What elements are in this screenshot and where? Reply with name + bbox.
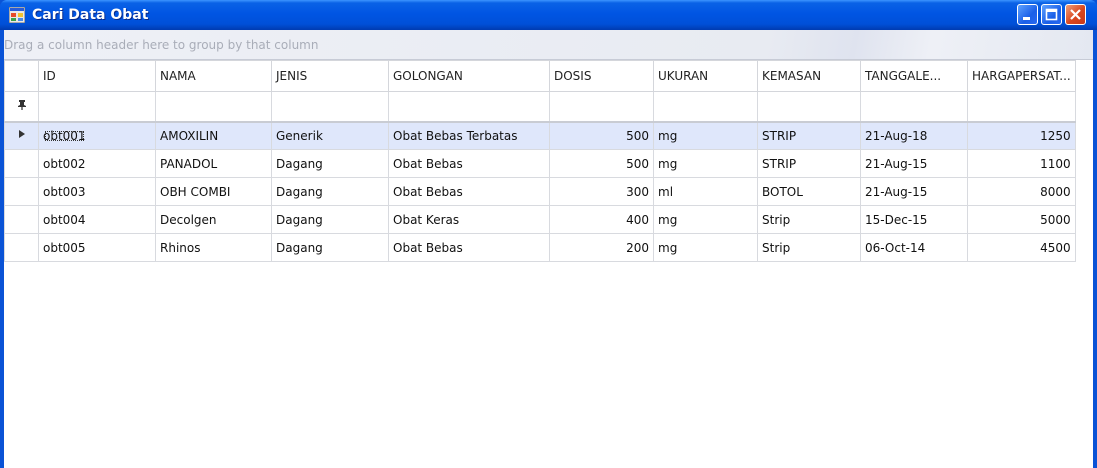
pin-icon [17,99,26,110]
cell-jenis[interactable]: Dagang [271,177,389,206]
column-header-tanggal[interactable]: TANGGALE... [860,60,968,92]
cell-harga[interactable]: 5000 [967,205,1076,234]
filter-cell-nama[interactable] [155,91,272,123]
cell-golongan[interactable]: Obat Bebas [388,177,550,206]
row-indicator [4,177,39,206]
cell-nama[interactable]: PANADOL [155,149,272,178]
minimize-button[interactable] [1017,4,1038,25]
cell-tanggal[interactable]: 21-Aug-18 [860,121,968,150]
filter-cell-dosis[interactable] [549,91,654,123]
column-header-golongan[interactable]: GOLONGAN [388,60,550,92]
cell-kemasan[interactable]: STRIP [757,121,861,150]
cell-ukuran[interactable]: mg [653,121,758,150]
cell-harga[interactable]: 1250 [967,121,1076,150]
client-area: Drag a column header here to group by th… [4,30,1093,468]
cell-id[interactable]: obt004 [38,205,156,234]
cell-tanggal[interactable]: 21-Aug-15 [860,177,968,206]
close-icon [1070,9,1081,20]
cell-dosis[interactable]: 300 [549,177,654,206]
cell-kemasan[interactable]: Strip [757,205,861,234]
filter-row [4,91,1076,123]
cell-id[interactable]: obt001 [38,121,156,150]
cell-ukuran[interactable]: ml [653,177,758,206]
cell-golongan[interactable]: Obat Keras [388,205,550,234]
cell-tanggal[interactable]: 15-Dec-15 [860,205,968,234]
row-indicator [4,121,39,150]
header-row: ID NAMA JENIS GOLONGAN DOSIS UKURAN KEMA… [4,60,1076,92]
cell-harga[interactable]: 8000 [967,177,1076,206]
cell-golongan[interactable]: Obat Bebas [388,149,550,178]
group-by-panel[interactable]: Drag a column header here to group by th… [4,30,1093,60]
row-indicator [4,233,39,262]
column-header-id[interactable]: ID [38,60,156,92]
cell-nama[interactable]: OBH COMBI [155,177,272,206]
data-grid[interactable]: ID NAMA JENIS GOLONGAN DOSIS UKURAN KEMA… [4,60,1093,468]
cell-jenis[interactable]: Dagang [271,149,389,178]
cell-harga[interactable]: 1100 [967,149,1076,178]
table-row[interactable]: obt003 OBH COMBI Dagang Obat Bebas 300 m… [4,177,1076,206]
cell-dosis[interactable]: 200 [549,233,654,262]
cell-golongan[interactable]: Obat Bebas [388,233,550,262]
cell-ukuran[interactable]: mg [653,233,758,262]
minimize-icon [1023,17,1030,20]
cell-dosis[interactable]: 400 [549,205,654,234]
row-pointer-icon [18,130,25,139]
column-header-harga[interactable]: HARGAPERSAT... [967,60,1076,92]
title-bar[interactable]: Cari Data Obat [0,0,1097,30]
cell-kemasan[interactable]: BOTOL [757,177,861,206]
cell-kemasan[interactable]: Strip [757,233,861,262]
cell-tanggal[interactable]: 06-Oct-14 [860,233,968,262]
cell-nama[interactable]: AMOXILIN [155,121,272,150]
cell-id-text: obt001 [43,128,86,143]
filter-cell-tanggal[interactable] [860,91,968,123]
cell-golongan[interactable]: Obat Bebas Terbatas [388,121,550,150]
cell-tanggal[interactable]: 21-Aug-15 [860,149,968,178]
cell-harga[interactable]: 4500 [967,233,1076,262]
column-header-ukuran[interactable]: UKURAN [653,60,758,92]
row-indicator [4,205,39,234]
row-indicator [4,149,39,178]
filter-cell-ukuran[interactable] [653,91,758,123]
table-row[interactable]: obt004 Decolgen Dagang Obat Keras 400 mg… [4,205,1076,234]
cell-dosis[interactable]: 500 [549,149,654,178]
filter-cell-kemasan[interactable] [757,91,861,123]
maximize-button[interactable] [1041,4,1062,25]
column-header-nama[interactable]: NAMA [155,60,272,92]
column-header-dosis[interactable]: DOSIS [549,60,654,92]
filter-cell-jenis[interactable] [271,91,389,123]
table-row[interactable]: obt005 Rhinos Dagang Obat Bebas 200 mg S… [4,233,1076,262]
cell-jenis[interactable]: Dagang [271,205,389,234]
cell-id[interactable]: obt002 [38,149,156,178]
maximize-icon [1045,8,1058,21]
cell-id[interactable]: obt005 [38,233,156,262]
window: Cari Data Obat Drag a column header here… [0,0,1097,468]
filter-row-indicator [4,91,39,123]
table-row[interactable]: obt002 PANADOL Dagang Obat Bebas 500 mg … [4,149,1076,178]
close-button[interactable] [1065,4,1086,25]
cell-nama[interactable]: Decolgen [155,205,272,234]
filter-cell-id[interactable] [38,91,156,123]
filter-cell-harga[interactable] [967,91,1076,123]
window-title: Cari Data Obat [32,7,149,23]
filter-cell-golongan[interactable] [388,91,550,123]
grid-table: ID NAMA JENIS GOLONGAN DOSIS UKURAN KEMA… [4,60,1076,262]
cell-ukuran[interactable]: mg [653,205,758,234]
column-header-jenis[interactable]: JENIS [271,60,389,92]
cell-kemasan[interactable]: STRIP [757,149,861,178]
app-window-icon [9,7,25,23]
header-indicator [4,60,39,92]
table-row[interactable]: obt001 AMOXILIN Generik Obat Bebas Terba… [4,121,1076,150]
cell-ukuran[interactable]: mg [653,149,758,178]
cell-dosis[interactable]: 500 [549,121,654,150]
column-header-kemasan[interactable]: KEMASAN [757,60,861,92]
cell-nama[interactable]: Rhinos [155,233,272,262]
group-by-hint: Drag a column header here to group by th… [4,38,319,52]
cell-jenis[interactable]: Generik [271,121,389,150]
cell-id[interactable]: obt003 [38,177,156,206]
cell-jenis[interactable]: Dagang [271,233,389,262]
